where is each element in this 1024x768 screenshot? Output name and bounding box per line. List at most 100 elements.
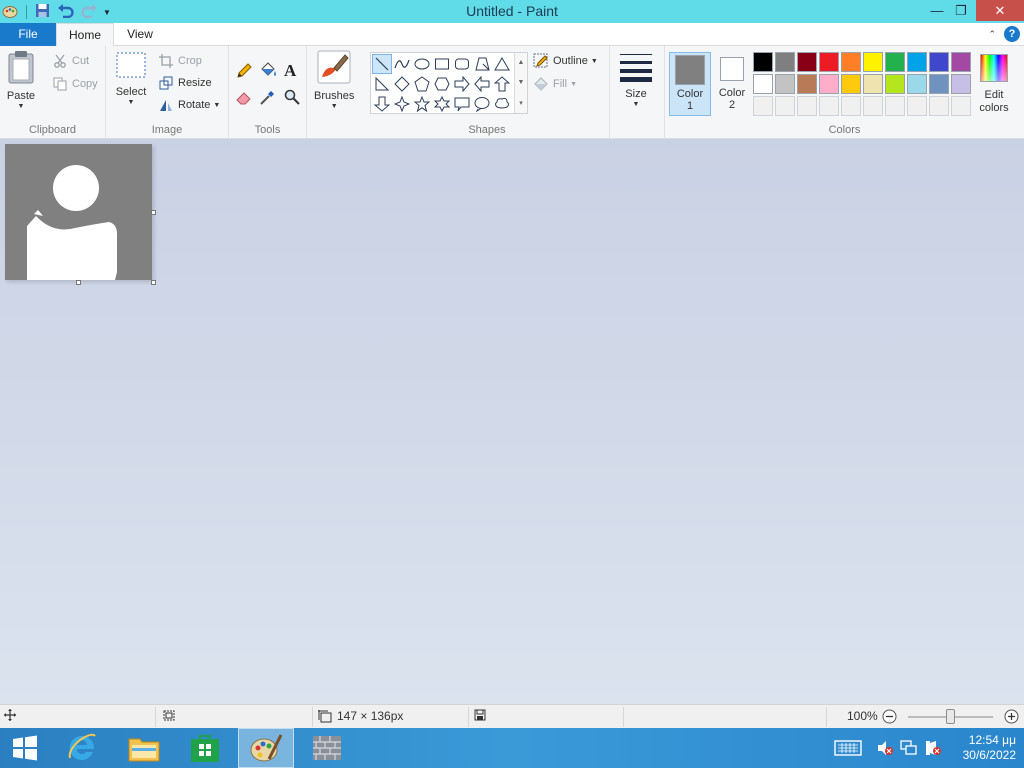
palette-color-swatch[interactable] [929,74,949,94]
resize-handle-bottom[interactable] [76,280,81,285]
six-point-star-shape-icon[interactable] [432,94,452,114]
keyboard-tray-icon[interactable] [834,728,862,768]
scroll-down-icon[interactable]: ▼ [518,79,525,86]
shapes-scrollbar[interactable]: ▲ ▼ ▾ [514,53,527,113]
palette-color-swatch[interactable] [753,74,773,94]
action-center-alert-icon[interactable] [924,728,942,768]
palette-color-swatch[interactable] [929,96,949,116]
pentagon-shape-icon[interactable] [412,74,432,94]
palette-color-swatch[interactable] [885,52,905,72]
palette-color-swatch[interactable] [863,96,883,116]
palette-color-swatch[interactable] [819,52,839,72]
drawing-canvas[interactable] [5,144,152,280]
brushes-button[interactable]: Brushes ▼ [314,50,354,110]
brushes-dropdown-icon[interactable]: ▼ [331,103,338,110]
palette-color-swatch[interactable] [863,52,883,72]
fill-button[interactable]: Fill ▼ [533,75,577,93]
text-icon[interactable]: A [284,61,296,81]
diamond-shape-icon[interactable] [392,74,412,94]
rectangle-shape-icon[interactable] [432,54,452,74]
left-arrow-shape-icon[interactable] [472,74,492,94]
rectangle-callout-shape-icon[interactable] [452,94,472,114]
fill-bucket-icon[interactable] [259,61,277,82]
palette-color-swatch[interactable] [775,96,795,116]
volume-muted-icon[interactable] [876,728,894,768]
pencil-icon[interactable] [235,62,253,83]
magnifier-icon[interactable] [283,88,301,109]
resize-handle-corner[interactable] [151,280,156,285]
resize-button[interactable]: Resize [158,74,212,92]
paste-button[interactable]: Paste ▼ [6,50,36,110]
palette-color-swatch[interactable] [753,52,773,72]
four-point-star-shape-icon[interactable] [392,94,412,114]
paste-dropdown-icon[interactable]: ▼ [18,103,25,110]
palette-color-swatch[interactable] [797,96,817,116]
curve-shape-icon[interactable] [392,54,412,74]
right-arrow-shape-icon[interactable] [452,74,472,94]
up-arrow-shape-icon[interactable] [492,74,512,94]
crop-button[interactable]: Crop [158,52,202,70]
rotate-button[interactable]: Rotate ▼ [158,96,220,114]
zoom-slider-thumb[interactable] [946,709,955,724]
palette-color-swatch[interactable] [819,96,839,116]
palette-color-swatch[interactable] [907,96,927,116]
five-point-star-shape-icon[interactable] [412,94,432,114]
rotate-dropdown-icon[interactable]: ▼ [213,102,220,109]
palette-color-swatch[interactable] [753,96,773,116]
close-button[interactable]: ✕ [976,0,1024,21]
gallery-expand-icon[interactable]: ▾ [519,99,523,107]
palette-color-swatch[interactable] [885,96,905,116]
color2-button[interactable]: Color 2 [711,52,753,116]
palette-color-swatch[interactable] [863,74,883,94]
palette-color-swatch[interactable] [951,52,971,72]
rounded-rectangle-shape-icon[interactable] [452,54,472,74]
palette-color-swatch[interactable] [907,74,927,94]
palette-color-swatch[interactable] [907,52,927,72]
fill-dropdown-icon[interactable]: ▼ [570,81,577,88]
palette-color-swatch[interactable] [885,74,905,94]
oval-callout-shape-icon[interactable] [472,94,492,114]
internet-explorer-taskbar-button[interactable] [54,728,110,768]
line-shape-icon[interactable] [372,54,392,74]
size-dropdown-icon[interactable]: ▼ [633,101,640,108]
down-arrow-shape-icon[interactable] [372,94,392,114]
palette-color-swatch[interactable] [841,52,861,72]
resize-handle-right[interactable] [151,210,156,215]
palette-color-swatch[interactable] [819,74,839,94]
hexagon-shape-icon[interactable] [432,74,452,94]
outline-dropdown-icon[interactable]: ▼ [591,58,598,65]
palette-color-swatch[interactable] [929,52,949,72]
select-button[interactable]: Select ▼ [115,50,147,106]
palette-color-swatch[interactable] [775,52,795,72]
firewall-taskbar-button[interactable] [299,728,355,768]
color1-button[interactable]: Color 1 [669,52,711,116]
eraser-icon[interactable] [235,88,253,109]
palette-color-swatch[interactable] [797,52,817,72]
right-triangle-shape-icon[interactable] [372,74,392,94]
restore-button[interactable]: ❐ [946,0,976,21]
copy-button[interactable]: Copy [52,75,98,93]
palette-color-swatch[interactable] [797,74,817,94]
clock[interactable]: 12:54 μμ 30/6/2022 [963,733,1016,763]
palette-color-swatch[interactable] [775,74,795,94]
scroll-up-icon[interactable]: ▲ [518,59,525,66]
color-picker-icon[interactable] [259,88,277,109]
select-dropdown-icon[interactable]: ▼ [128,99,135,106]
palette-color-swatch[interactable] [951,96,971,116]
network-icon[interactable] [900,728,918,768]
tab-home[interactable]: Home [56,23,114,47]
tab-view[interactable]: View [114,23,166,46]
outline-button[interactable]: Outline ▼ [533,52,598,70]
canvas-workspace[interactable] [0,139,1024,704]
palette-color-swatch[interactable] [951,74,971,94]
palette-color-swatch[interactable] [841,96,861,116]
start-button[interactable] [0,728,50,768]
polygon-shape-icon[interactable] [472,54,492,74]
minimize-ribbon-icon[interactable]: ⌃ [988,29,996,40]
zoom-in-button[interactable] [1004,709,1019,724]
zoom-out-button[interactable] [882,709,897,724]
file-explorer-taskbar-button[interactable] [116,728,172,768]
store-taskbar-button[interactable] [177,728,233,768]
paint-taskbar-button[interactable] [238,728,294,768]
palette-color-swatch[interactable] [841,74,861,94]
